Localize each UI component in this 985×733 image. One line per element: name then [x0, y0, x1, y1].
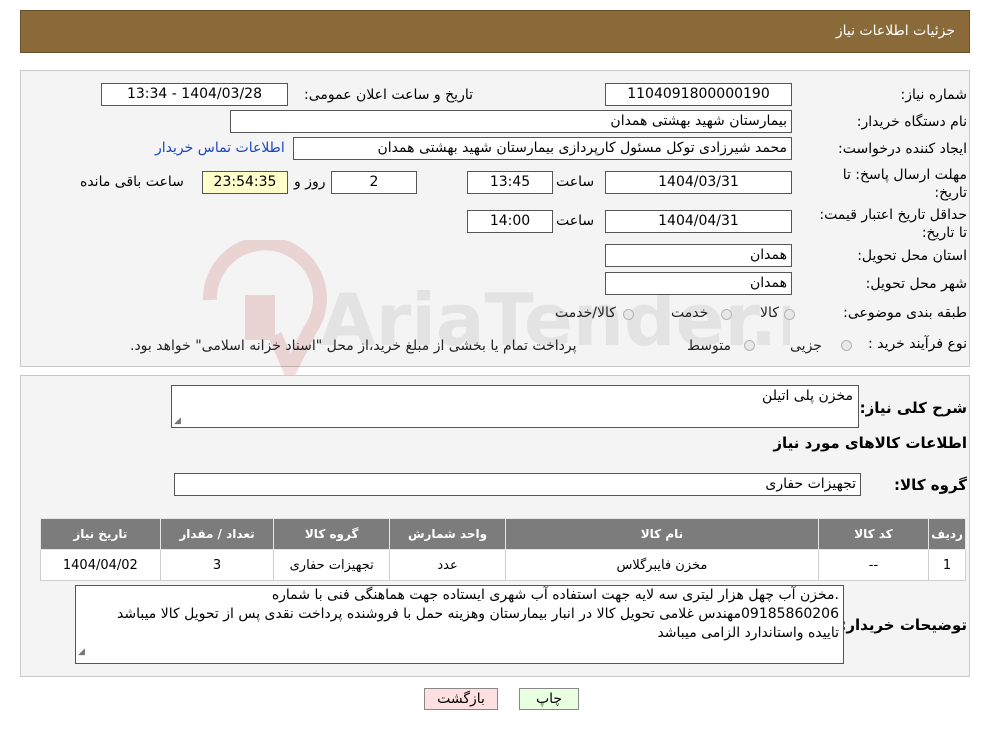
buyer-notes-field: .مخزن آب چهل هزار لیتری سه لایه جهت استف… [75, 585, 844, 664]
goods-table: ردیف کد کالا نام کالا واحد شمارش گروه کا… [40, 518, 966, 581]
buyer-contact-link[interactable]: اطلاعات تماس خریدار [155, 140, 285, 156]
need-description-text: مخزن پلی اتیلن [762, 388, 853, 404]
buyer-org-field: بیمارستان شهید بهشتی همدان [230, 110, 792, 133]
city-field: همدان [605, 272, 792, 295]
need-date-cell: 1404/04/02 [40, 549, 161, 581]
col-name-header: نام کالا [505, 518, 819, 550]
category-service-radio[interactable] [721, 309, 732, 320]
validity-date-field: 1404/04/31 [605, 210, 792, 233]
validity-time-field: 14:00 [467, 210, 553, 233]
process-note: پرداخت تمام یا بخشی از مبلغ خرید،از محل … [130, 338, 577, 354]
back-button[interactable]: بازگشت [424, 688, 498, 710]
buyer-org-label: نام دستگاه خریدار: [856, 114, 967, 130]
page-header: جزئیات اطلاعات نیاز [20, 10, 970, 53]
process-minor-label: جزیی [790, 338, 822, 354]
days-label: روز و [294, 174, 326, 190]
buyer-notes-label: توضیحات خریدار: [840, 616, 967, 634]
reply-date-field: 1404/03/31 [605, 171, 792, 194]
buyer-notes-line-2: 09185860206مهندس غلامی تحویل کالا در انب… [117, 606, 839, 622]
item-code-cell: -- [817, 549, 930, 581]
need-description-field: مخزن پلی اتیلن ◢ [171, 385, 859, 428]
group-cell: تجهیزات حفاری [273, 549, 391, 581]
category-goods-service-radio[interactable] [623, 309, 634, 320]
need-description-label: شرح کلی نیاز: [859, 399, 967, 417]
city-label: شهر محل تحویل: [865, 276, 967, 292]
goods-group-label: گروه کالا: [894, 476, 967, 494]
page-title: جزئیات اطلاعات نیاز [835, 23, 955, 39]
announce-date-label: تاریخ و ساعت اعلان عمومی: [304, 87, 473, 103]
category-label: طبقه بندی موضوعی: [843, 305, 967, 321]
table-row: 1 -- مخزن فایبرگلاس عدد تجهیزات حفاری 3 … [40, 549, 966, 581]
quantity-cell: 3 [159, 549, 275, 581]
process-minor-radio[interactable] [841, 340, 852, 351]
category-goods-label: کالا [760, 305, 779, 321]
goods-table-header: ردیف کد کالا نام کالا واحد شمارش گروه کا… [40, 518, 966, 550]
validity-time-label: ساعت [556, 213, 595, 229]
process-medium-label: متوسط [687, 338, 731, 354]
announce-date-field: 1404/03/28 - 13:34 [101, 83, 288, 106]
creator-field: محمد شیرزادی توکل مسئول کارپردازی بیمارس… [293, 137, 792, 160]
days-remaining-field: 2 [331, 171, 417, 194]
province-field: همدان [605, 244, 792, 267]
unit-cell: عدد [389, 549, 507, 581]
category-goods-radio[interactable] [784, 309, 795, 320]
reply-deadline-label: مهلت ارسال پاسخ: تا تاریخ: [842, 167, 967, 201]
col-unit-header: واحد شمارش [389, 518, 507, 550]
resize-grip-icon: ◢ [174, 416, 181, 426]
col-group-header: گروه کالا [273, 518, 391, 550]
col-code-header: کد کالا [817, 518, 930, 550]
remaining-time-label: ساعت باقی مانده [80, 174, 184, 190]
price-validity-label: حداقل تاریخ اعتبار قیمت: تا تاریخ: [819, 207, 967, 241]
col-date-header: تاریخ نیاز [40, 518, 161, 550]
process-medium-radio[interactable] [744, 340, 755, 351]
goods-group-field: تجهیزات حفاری [174, 473, 861, 496]
category-goods-service-label: کالا/خدمت [555, 305, 616, 321]
remaining-time-field: 23:54:35 [202, 171, 288, 194]
goods-info-title: اطلاعات کالاهای مورد نیاز [773, 434, 967, 452]
row-number-cell: 1 [928, 549, 966, 581]
need-number-field: 1104091800000190 [605, 83, 792, 106]
col-qty-header: تعداد / مقدار [159, 518, 275, 550]
reply-time-label: ساعت [556, 174, 595, 190]
process-type-label: نوع فرآیند خرید : [868, 336, 967, 352]
print-button[interactable]: چاپ [519, 688, 579, 710]
item-name-cell: مخزن فایبرگلاس [505, 549, 819, 581]
resize-grip-icon: ◢ [78, 647, 85, 657]
col-row-header: ردیف [928, 518, 966, 550]
buyer-notes-line-1: .مخزن آب چهل هزار لیتری سه لایه جهت استف… [271, 587, 839, 603]
province-label: استان محل تحویل: [857, 248, 967, 264]
need-number-label: شماره نیاز: [900, 87, 968, 103]
reply-time-field: 13:45 [467, 171, 553, 194]
creator-label: ایجاد کننده درخواست: [838, 141, 967, 157]
category-service-label: خدمت [671, 305, 709, 321]
buyer-notes-line-3: تاییده واستاندارد الزامی میباشد [657, 625, 839, 641]
